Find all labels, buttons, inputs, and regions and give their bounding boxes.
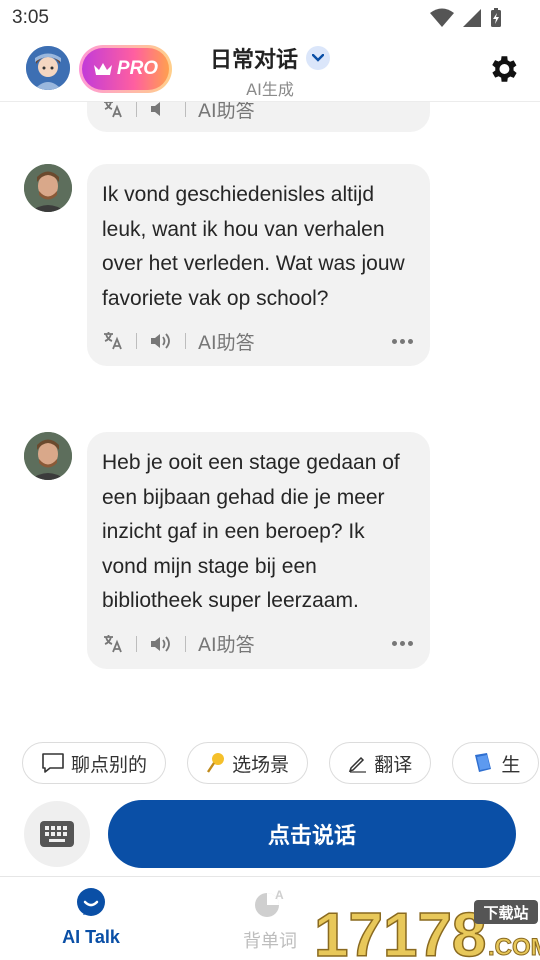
speaker-icon[interactable] [149, 634, 173, 654]
nav-ai-talk[interactable]: AI Talk [31, 887, 151, 948]
svg-text:17178: 17178 [314, 901, 486, 960]
chip-choose-scene[interactable]: 选场景 [187, 742, 309, 784]
status-icons [430, 8, 502, 28]
vocabulary-icon: A [255, 888, 284, 917]
nav-label: AI Talk [62, 927, 120, 947]
message-text: Ik vond geschiedenisles altijd leuk, wan… [102, 183, 405, 310]
signal-icon [463, 9, 481, 27]
bot-avatar[interactable] [24, 164, 72, 212]
tap-to-talk-button[interactable]: 点击说话 [108, 800, 516, 868]
more-icon[interactable] [392, 338, 413, 344]
header: PRO 日常对话 AI生成 [0, 36, 540, 102]
user-avatar[interactable] [26, 46, 70, 90]
nav-label: 背单词 [243, 931, 297, 952]
suggestion-chips: 聊点别的 选场景 翻译 生 [22, 742, 540, 786]
translate-icon[interactable] [102, 331, 124, 351]
translate-icon[interactable] [102, 634, 124, 654]
status-time: 3:05 [12, 7, 49, 28]
speech-bubble-icon [42, 753, 64, 773]
chat-icon [77, 888, 105, 916]
page-title: 日常对话 [209, 48, 298, 73]
pro-label: PRO [116, 58, 159, 79]
chip-translate[interactable]: 翻译 [329, 742, 432, 784]
chevron-down-icon [306, 46, 330, 70]
chat-area[interactable]: AI助答 Ik vond geschiedenisles altijd leuk… [0, 102, 540, 738]
message-bubble: AI助答 [87, 102, 430, 132]
pen-icon [349, 756, 367, 773]
speaker-icon[interactable] [149, 102, 173, 119]
book-icon [475, 753, 492, 772]
chip-generate[interactable]: 生 [452, 742, 540, 784]
keyboard-icon [40, 821, 74, 847]
nav-vocabulary[interactable]: A 背单词 [210, 887, 330, 953]
message-text: Heb je ooit een stage gedaan of een bijb… [102, 451, 400, 612]
watermark-logo: 17178 下载站 .COM [314, 900, 540, 960]
gear-icon[interactable] [486, 52, 520, 86]
ai-assist-button[interactable]: AI助答 [198, 328, 255, 355]
pro-badge[interactable]: PRO [79, 45, 172, 93]
pin-icon [207, 753, 225, 773]
chip-chat-other[interactable]: 聊点别的 [22, 742, 167, 784]
message-bubble: Ik vond geschiedenisles altijd leuk, wan… [87, 164, 430, 366]
translate-icon[interactable] [102, 102, 124, 119]
speaker-icon[interactable] [149, 331, 173, 351]
battery-icon [491, 8, 501, 27]
crown-icon [93, 63, 112, 75]
scene-title-selector[interactable]: 日常对话 [210, 42, 330, 74]
wifi-icon [430, 8, 454, 27]
more-icon[interactable] [392, 641, 413, 646]
svg-text:下载站: 下载站 [483, 904, 528, 922]
svg-text:A: A [275, 888, 284, 902]
keyboard-button[interactable] [24, 801, 90, 867]
ai-assist-button[interactable]: AI助答 [198, 102, 255, 123]
svg-text:.COM: .COM [488, 934, 540, 960]
bot-avatar[interactable] [24, 432, 72, 480]
message-bubble: Heb je ooit een stage gedaan of een bijb… [87, 432, 430, 669]
status-bar: 3:05 [0, 0, 540, 36]
ai-assist-button[interactable]: AI助答 [198, 630, 255, 657]
